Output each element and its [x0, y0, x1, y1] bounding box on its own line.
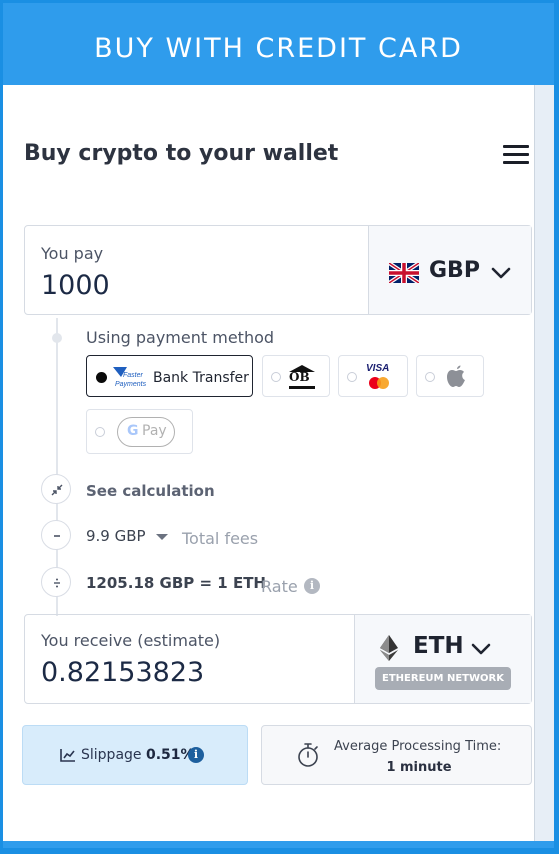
chart-line-icon — [60, 749, 75, 762]
processing-time-value: 1 minute — [386, 760, 452, 775]
ob-label: OB — [289, 370, 310, 384]
uk-flag-icon — [389, 263, 419, 283]
slippage-label: Slippage — [81, 747, 142, 763]
receive-label: You receive (estimate) — [41, 631, 221, 650]
apple-icon — [447, 365, 465, 387]
receive-field: You receive (estimate) 0.82153823 ETH ET… — [24, 614, 532, 704]
ethereum-icon — [380, 635, 398, 661]
rate-divide-circle — [41, 567, 71, 597]
pay-currency-select[interactable]: GBP — [368, 226, 531, 314]
radio-empty-icon — [271, 372, 281, 382]
divide-icon — [54, 578, 60, 588]
receive-currency-select[interactable]: ETH ETHEREUM NETWORK — [354, 615, 531, 703]
faster-payments-logo: Faster Payments — [113, 367, 147, 388]
pay-currency-code: GBP — [429, 258, 480, 283]
collapse-calculation-button[interactable] — [41, 474, 71, 504]
radio-empty-icon — [95, 427, 105, 437]
caret-down-icon[interactable] — [156, 534, 168, 540]
google-g-icon: G — [127, 423, 139, 439]
rate-label: Rate — [261, 577, 298, 596]
google-pay-label: Pay — [142, 423, 167, 439]
payment-option-google-pay[interactable]: G Pay — [86, 409, 193, 454]
fee-minus-circle — [41, 520, 71, 550]
svg-text:Faster: Faster — [123, 372, 144, 379]
receive-amount: 0.82153823 — [41, 657, 205, 688]
header-title: BUY WITH CREDIT CARD — [94, 33, 463, 64]
timeline-dot — [52, 333, 62, 343]
scrollbar[interactable] — [534, 85, 554, 841]
minus-icon — [54, 535, 60, 537]
mastercard-icon — [369, 377, 389, 389]
radio-empty-icon — [347, 372, 357, 382]
bank-transfer-label: Bank Transfer — [153, 370, 249, 386]
payment-option-apple-pay[interactable] — [416, 355, 484, 397]
pay-amount-area: You pay — [25, 226, 368, 314]
radio-empty-icon — [425, 372, 435, 382]
payment-option-bank-transfer[interactable]: Faster Payments Bank Transfer — [86, 355, 253, 397]
slippage-button[interactable]: Slippage 0.51% i — [22, 725, 248, 785]
visa-logo: VISA — [366, 363, 390, 374]
see-calculation-link[interactable]: See calculation — [86, 482, 215, 500]
chevron-down-icon — [491, 267, 511, 279]
pay-amount-input[interactable] — [41, 270, 351, 301]
receive-currency-code: ETH — [413, 633, 464, 659]
pay-label: You pay — [41, 244, 104, 263]
hamburger-menu-icon[interactable] — [503, 145, 529, 165]
svg-text:Payments: Payments — [115, 381, 147, 388]
google-pay-logo: G Pay — [117, 417, 175, 447]
processing-time-card: Average Processing Time: 1 minute — [261, 725, 532, 785]
processing-time-label: Average Processing Time: — [334, 739, 502, 754]
payment-option-card[interactable]: VISA — [338, 355, 408, 397]
collapse-arrows-icon — [51, 484, 63, 496]
pay-field: You pay GBP — [24, 225, 532, 315]
rate-info-icon[interactable]: i — [304, 578, 320, 594]
stopwatch-icon — [298, 743, 318, 767]
page-title: Buy crypto to your wallet — [24, 141, 339, 166]
payment-option-open-banking[interactable]: OB — [262, 355, 330, 397]
exchange-rate-value: 1205.18 GBP = 1 ETH — [86, 574, 266, 592]
payment-method-label: Using payment method — [86, 328, 275, 347]
radio-selected-icon — [96, 372, 107, 383]
network-badge: ETHEREUM NETWORK — [375, 667, 511, 690]
chevron-down-icon — [471, 643, 491, 655]
total-fee-value[interactable]: 9.9 GBP — [86, 527, 146, 545]
total-fees-label: Total fees — [182, 529, 259, 548]
slippage-info-icon[interactable]: i — [188, 747, 204, 763]
